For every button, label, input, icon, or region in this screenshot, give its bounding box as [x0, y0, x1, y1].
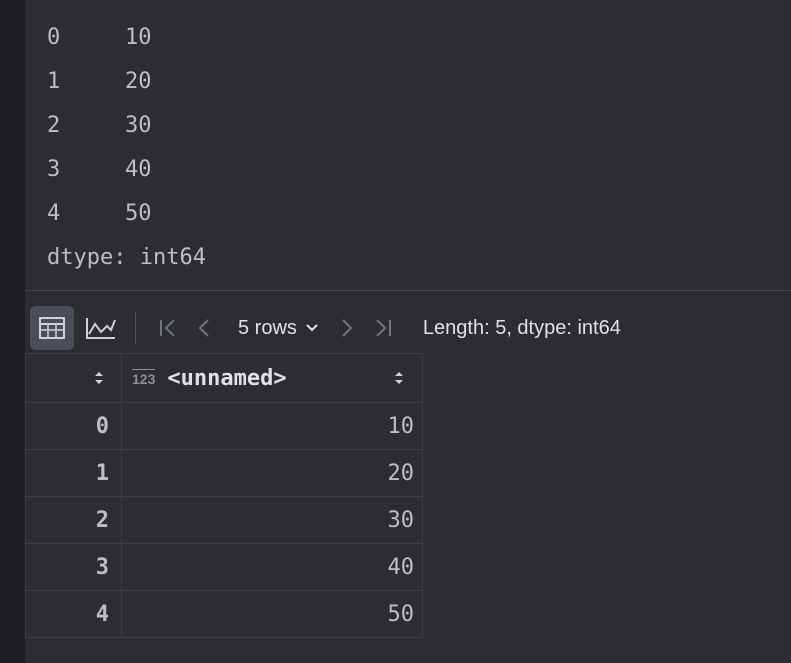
- chevron-right-icon: [342, 319, 353, 337]
- first-page-button[interactable]: [150, 308, 186, 348]
- rows-label: 5 rows: [238, 316, 297, 339]
- row-value[interactable]: 10: [121, 402, 423, 450]
- console-line: 2 30: [47, 113, 152, 138]
- row-value[interactable]: 40: [121, 543, 423, 591]
- value-column-header[interactable]: 123 <unnamed>: [121, 353, 423, 403]
- rows-dropdown[interactable]: 5 rows: [238, 317, 319, 340]
- table-view-button[interactable]: [30, 306, 74, 350]
- sort-icon[interactable]: [93, 370, 105, 386]
- last-page-icon: [376, 319, 391, 337]
- series-summary: Length: 5, dtype: int64: [422, 316, 621, 339]
- first-page-icon: [160, 319, 175, 337]
- table-row[interactable]: 0 10: [25, 402, 423, 450]
- chart-view-button[interactable]: [79, 306, 123, 350]
- previous-page-button[interactable]: [186, 308, 222, 348]
- last-page-button[interactable]: [365, 308, 401, 348]
- chevron-left-icon: [198, 319, 209, 337]
- table-row[interactable]: 1 20: [25, 449, 423, 497]
- row-index: 2: [25, 496, 122, 544]
- chart-icon: [86, 318, 116, 339]
- column-title: 123 <unnamed>: [132, 354, 287, 402]
- row-index: 0: [25, 402, 122, 450]
- chevron-down-icon: [306, 324, 318, 332]
- column-name: <unnamed>: [167, 365, 287, 391]
- table-row[interactable]: 4 50: [25, 590, 423, 638]
- data-table: 123 <unnamed> 0 10 1 20 2 30 3 40 4 50: [25, 353, 423, 638]
- row-value[interactable]: 30: [121, 496, 423, 544]
- row-index: 4: [25, 590, 122, 638]
- console-line: 0 10: [47, 25, 152, 50]
- row-index: 3: [25, 543, 122, 591]
- console-output: 0 10 1 20 2 30 3 40 4 50 dtype: int64: [25, 0, 791, 290]
- index-column-header[interactable]: [25, 353, 122, 403]
- console-line: 3 40: [47, 157, 152, 182]
- table-row[interactable]: 2 30: [25, 496, 423, 544]
- next-page-button[interactable]: [329, 308, 365, 348]
- toolbar-separator: [135, 312, 136, 344]
- table-icon: [39, 317, 65, 339]
- console-line: 1 20: [47, 69, 152, 94]
- table-row[interactable]: 3 40: [25, 543, 423, 591]
- viewer-toolbar: 5 rows Length: 5, dtype: int64: [25, 299, 791, 357]
- numeric-type-icon: 123: [132, 369, 156, 387]
- dtype-line: dtype: int64: [47, 245, 206, 270]
- table-header-row: 123 <unnamed>: [25, 353, 423, 403]
- row-value[interactable]: 20: [121, 449, 423, 497]
- console-line: 4 50: [47, 201, 152, 226]
- data-viewer: 5 rows Length: 5, dtype: int64 123 <unna…: [25, 290, 791, 663]
- sort-icon[interactable]: [393, 370, 405, 386]
- row-index: 1: [25, 449, 122, 497]
- row-value[interactable]: 50: [121, 590, 423, 638]
